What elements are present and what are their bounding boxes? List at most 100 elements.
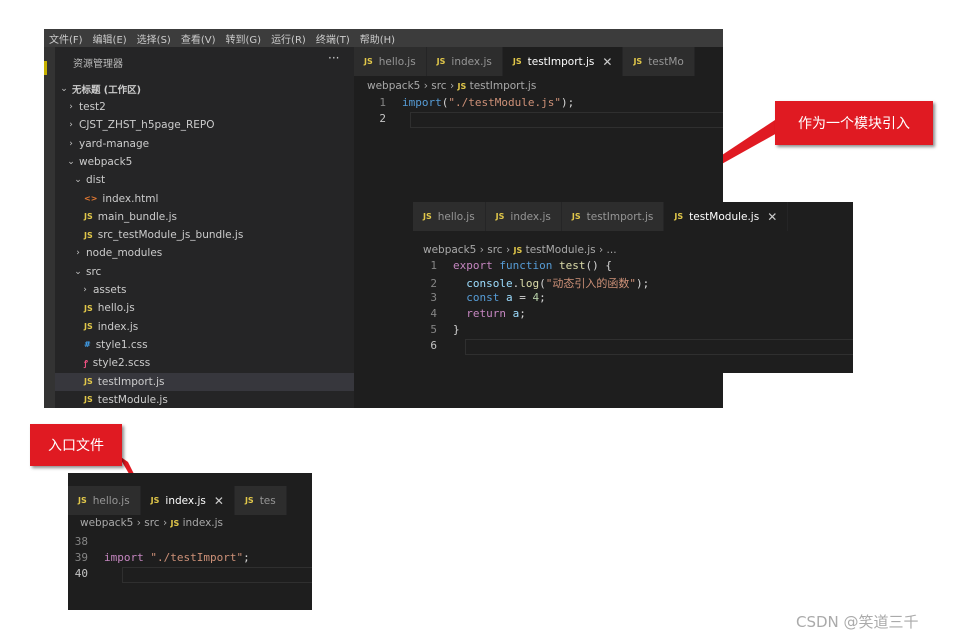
js-file-icon: JS: [513, 246, 523, 255]
folder-item[interactable]: ⌄ src: [55, 263, 354, 281]
js-file-icon: JS: [84, 377, 93, 386]
close-icon[interactable]: ✕: [214, 494, 224, 508]
breadcrumb-src[interactable]: src: [144, 517, 159, 529]
folder-item[interactable]: › assets: [55, 281, 354, 299]
code-token: log: [519, 277, 540, 290]
menu-view[interactable]: 查看(V): [176, 31, 221, 46]
folder-item[interactable]: ⌄ webpack5: [55, 153, 354, 171]
code-line[interactable]: 2: [358, 112, 402, 125]
menu-go[interactable]: 转到(G): [221, 31, 267, 46]
code-token: (: [539, 277, 546, 290]
breadcrumb-src[interactable]: src: [431, 80, 446, 92]
close-icon[interactable]: ✕: [767, 210, 777, 224]
more-actions-icon[interactable]: ···: [328, 51, 339, 65]
breadcrumb: webpack5 › src › JS index.js: [80, 517, 223, 529]
breadcrumb-src[interactable]: src: [487, 244, 502, 256]
tab-tes[interactable]: JS tes: [234, 486, 287, 515]
menu-file[interactable]: 文件(F): [44, 31, 88, 46]
file-item[interactable]: JS index.js: [55, 318, 354, 336]
tab-label: index.js: [510, 210, 551, 223]
js-file-icon: JS: [84, 303, 93, 313]
menu-edit[interactable]: 编辑(E): [88, 31, 132, 46]
folder-item[interactable]: › test2: [55, 98, 354, 116]
file-item[interactable]: # style1.css: [55, 336, 354, 354]
code-line[interactable]: 5}: [413, 323, 459, 336]
tab-hello-js[interactable]: JS hello.js: [413, 202, 486, 231]
tab-testimport-js[interactable]: JS testImport.js ✕: [502, 47, 624, 76]
line-number: 38: [74, 535, 88, 548]
folder-item[interactable]: ⌄ dist: [55, 171, 354, 189]
tab-testimport-js[interactable]: JS testImport.js: [561, 202, 665, 231]
tab-label: testModule.js: [689, 210, 760, 223]
current-line-highlight: [465, 339, 853, 355]
code-line[interactable]: 4 return a;: [413, 307, 525, 320]
js-file-icon: JS: [84, 395, 93, 405]
tab-index-js[interactable]: JS index.js: [426, 47, 503, 76]
menu-help[interactable]: 帮助(H): [355, 31, 400, 46]
file-item[interactable]: JS testImport.js: [55, 372, 354, 391]
code-line[interactable]: 38: [68, 535, 104, 548]
menu-run[interactable]: 运行(R): [266, 31, 311, 46]
current-line-highlight: [410, 112, 723, 128]
menu-terminal[interactable]: 终端(T): [311, 31, 355, 46]
js-file-icon: JS: [436, 57, 446, 66]
js-file-icon: JS: [364, 57, 373, 66]
file-item[interactable]: JS src_testModule_js_bundle.js: [55, 226, 354, 244]
explorer-activity-icon[interactable]: [44, 61, 47, 75]
tab-label: hello.js: [92, 494, 130, 507]
code-line[interactable]: 39 import "./testImport";: [68, 551, 250, 564]
line-number: 1: [379, 96, 386, 109]
js-file-icon: JS: [512, 57, 522, 66]
tab-testmodule-js[interactable]: JS testModule.js ✕: [664, 202, 789, 231]
code-line[interactable]: 3 const a = 4;: [413, 291, 545, 304]
breadcrumb-webpack5[interactable]: webpack5: [367, 80, 420, 92]
tab-index-js[interactable]: JS index.js ✕: [140, 486, 235, 515]
chevron-down-icon: ⌄: [74, 175, 82, 186]
workspace-header[interactable]: ⌄ 无标题 (工作区): [55, 80, 354, 98]
breadcrumb-file[interactable]: testImport.js: [470, 80, 537, 92]
editor-tabs: JS hello.js JS index.js ✕ JS tes: [68, 486, 287, 515]
js-file-icon: JS: [150, 496, 160, 505]
folder-item[interactable]: › CJST_ZHST_h5page_REPO: [55, 116, 354, 134]
breadcrumb-webpack5[interactable]: webpack5: [80, 517, 133, 529]
entry-callout: 入口文件: [30, 424, 122, 466]
tree-item-label: CJST_ZHST_h5page_REPO: [79, 119, 215, 132]
chevron-down-icon: ⌄: [67, 156, 75, 167]
editor-tabs: JS hello.js JS index.js JS testImport.js ✕ JS te…: [354, 47, 695, 76]
tab-index-js[interactable]: JS index.js: [485, 202, 562, 231]
code-line[interactable]: 6: [413, 339, 453, 352]
code-line[interactable]: 40: [68, 567, 104, 580]
file-item[interactable]: JS main_bundle.js: [55, 208, 354, 226]
tab-label: index.js: [165, 494, 206, 507]
folder-item[interactable]: › yard-manage: [55, 135, 354, 153]
close-icon[interactable]: ✕: [602, 55, 612, 69]
html-file-icon: <>: [84, 194, 98, 203]
code-line[interactable]: 1 export function test() {: [413, 259, 612, 272]
file-item[interactable]: JS testModule.js: [55, 391, 354, 408]
js-file-icon: JS: [244, 496, 254, 505]
code-line[interactable]: 2 console.log("动态引入的函数");: [413, 275, 649, 291]
code-token: "动态引入的函数": [545, 277, 636, 290]
file-item[interactable]: ꝭ style2.scss: [55, 354, 354, 372]
line-number: 5: [430, 323, 437, 336]
breadcrumb-more[interactable]: ...: [607, 244, 617, 256]
breadcrumb-file[interactable]: testModule.js: [526, 244, 596, 256]
breadcrumb-webpack5[interactable]: webpack5: [423, 244, 476, 256]
code-token: console: [453, 277, 513, 290]
tab-label: testImport.js: [527, 55, 595, 68]
file-item[interactable]: JS hello.js: [55, 299, 354, 317]
js-file-icon: JS: [423, 212, 432, 221]
code-token: function: [499, 259, 559, 272]
folder-item[interactable]: › node_modules: [55, 244, 354, 262]
menu-selection[interactable]: 选择(S): [132, 31, 176, 46]
chevron-right-icon: ›: [69, 138, 73, 149]
code-token: import: [104, 551, 151, 564]
code-line[interactable]: 1 import("./testModule.js");: [358, 96, 574, 109]
tab-testmo[interactable]: JS testMo: [623, 47, 695, 76]
tab-hello-js[interactable]: JS hello.js: [354, 47, 427, 76]
tab-hello-js[interactable]: JS hello.js: [68, 486, 141, 515]
code-token: ;: [243, 551, 250, 564]
breadcrumb-file[interactable]: index.js: [183, 517, 223, 529]
file-item[interactable]: <> index.html: [55, 190, 354, 208]
breadcrumb: webpack5 › src › JS testImport.js: [367, 80, 536, 92]
